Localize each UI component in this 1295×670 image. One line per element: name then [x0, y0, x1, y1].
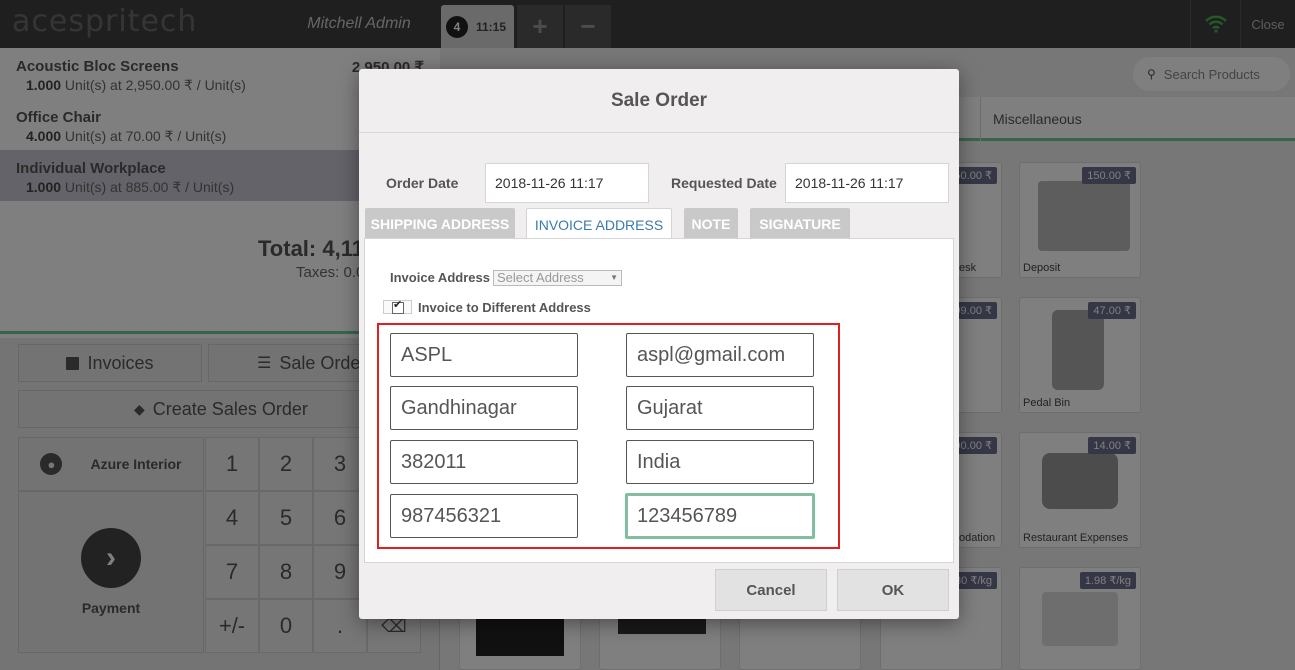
phone-field[interactable]: 123456789: [625, 493, 815, 539]
country-field[interactable]: India: [626, 440, 814, 484]
tab-shipping-address[interactable]: SHIPPING ADDRESS: [365, 208, 515, 239]
cancel-button[interactable]: Cancel: [715, 569, 827, 611]
checkbox-check-icon: ✔: [393, 299, 403, 311]
state-field[interactable]: Gujarat: [626, 386, 814, 430]
requested-date-input[interactable]: 2018-11-26 11:17: [785, 163, 949, 203]
tab-signature[interactable]: SIGNATURE: [750, 208, 850, 239]
tab-invoice-address[interactable]: INVOICE ADDRESS: [526, 208, 672, 240]
sale-order-dialog: Sale Order Order Date 2018-11-26 11:17 R…: [359, 69, 959, 619]
mobile-field[interactable]: 987456321: [390, 494, 578, 538]
city-field[interactable]: Gandhinagar: [390, 386, 578, 430]
order-date-input[interactable]: 2018-11-26 11:17: [485, 163, 649, 203]
name-field[interactable]: ASPL: [390, 333, 578, 377]
order-date-label: Order Date: [386, 175, 459, 191]
invoice-address-select[interactable]: Select Address: [493, 270, 622, 286]
dialog-title: Sale Order: [359, 69, 959, 133]
requested-date-label: Requested Date: [671, 175, 777, 191]
different-address-checkbox[interactable]: ✔: [383, 299, 412, 314]
invoice-address-label: Invoice Address: [390, 270, 490, 285]
zip-field[interactable]: 382011: [390, 440, 578, 484]
ok-button[interactable]: OK: [837, 569, 949, 611]
tab-note[interactable]: NOTE: [684, 208, 738, 239]
different-address-label: Invoice to Different Address: [418, 300, 591, 315]
email-field[interactable]: aspl@gmail.com: [626, 333, 814, 377]
